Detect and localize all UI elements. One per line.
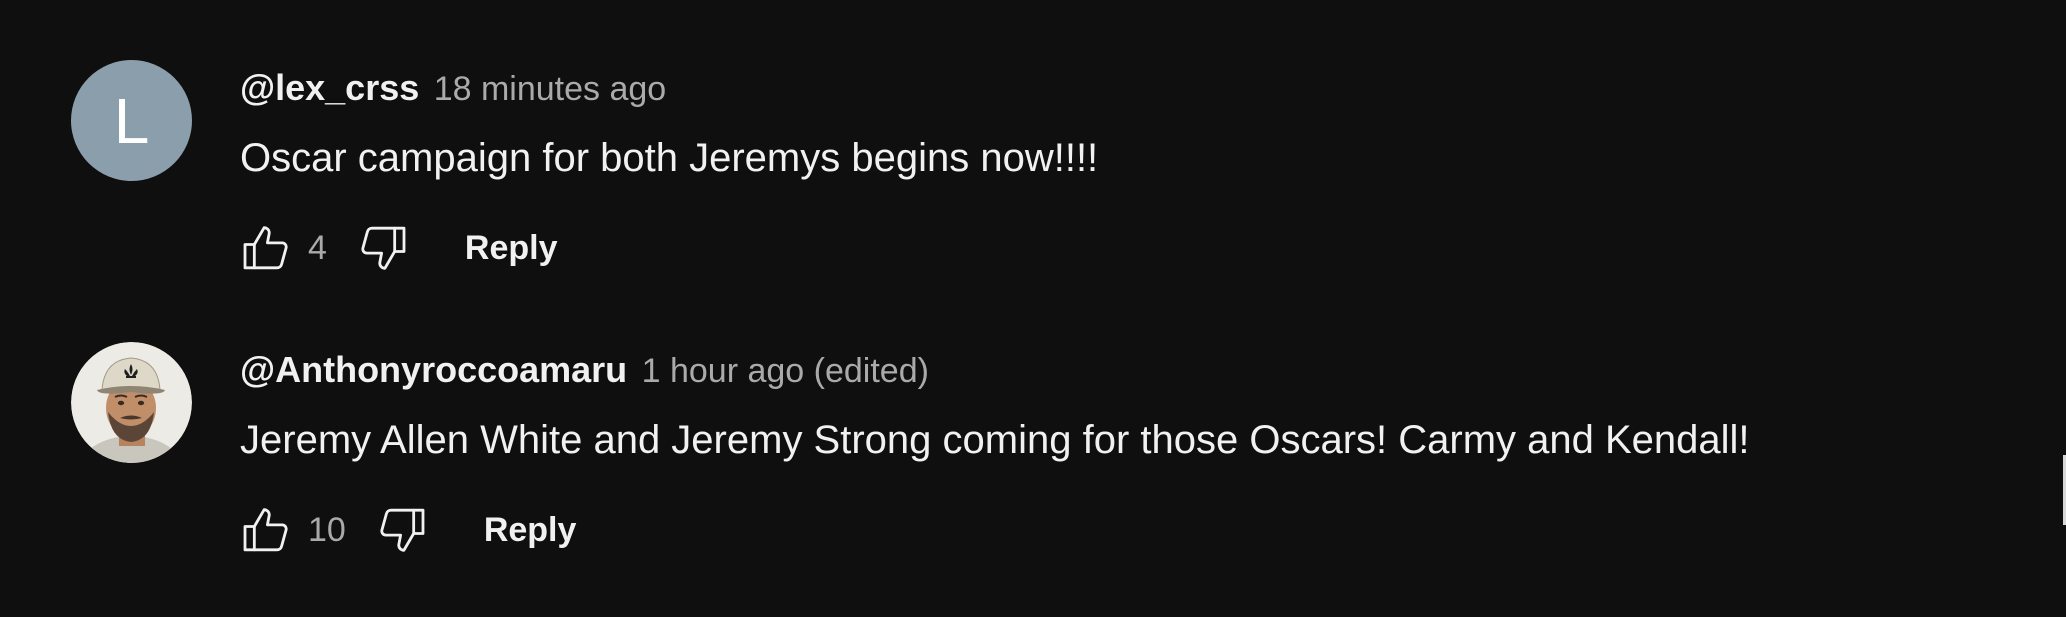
comment-text: Jeremy Allen White and Jeremy Strong com… xyxy=(240,418,1750,462)
comment-header: @Anthonyroccoamaru 1 hour ago (edited) xyxy=(240,349,929,390)
comment-item: @Anthonyroccoamaru 1 hour ago (edited) J… xyxy=(0,282,2066,617)
comment-author[interactable]: @lex_crss xyxy=(240,67,419,108)
comment-actions: 10 Reply xyxy=(236,500,576,560)
thumbs-up-icon xyxy=(243,508,288,552)
thumbs-up-icon xyxy=(243,226,288,270)
avatar[interactable]: L xyxy=(71,60,192,181)
comment-time[interactable]: 18 minutes ago xyxy=(434,70,667,108)
comment-actions: 4 Reply xyxy=(236,218,558,278)
thumbs-down-icon xyxy=(380,508,425,552)
like-count: 4 xyxy=(308,228,327,267)
thumbs-down-icon xyxy=(361,226,406,270)
avatar-letter: L xyxy=(113,84,150,157)
dislike-button[interactable] xyxy=(372,500,432,560)
reply-button[interactable]: Reply xyxy=(484,511,577,550)
avatar[interactable] xyxy=(71,342,192,463)
comment-header: @lex_crss 18 minutes ago xyxy=(240,67,667,108)
like-button[interactable] xyxy=(236,500,296,560)
like-count: 10 xyxy=(308,510,346,549)
reply-button[interactable]: Reply xyxy=(465,229,558,268)
avatar-photo xyxy=(71,342,192,463)
dislike-button[interactable] xyxy=(353,218,413,278)
comment-item: L @lex_crss 18 minutes ago Oscar campaig… xyxy=(0,0,2066,280)
comment-author[interactable]: @Anthonyroccoamaru xyxy=(240,349,627,390)
like-button[interactable] xyxy=(236,218,296,278)
comment-time[interactable]: 1 hour ago (edited) xyxy=(642,352,929,390)
comment-text: Oscar campaign for both Jeremys begins n… xyxy=(240,136,1099,180)
